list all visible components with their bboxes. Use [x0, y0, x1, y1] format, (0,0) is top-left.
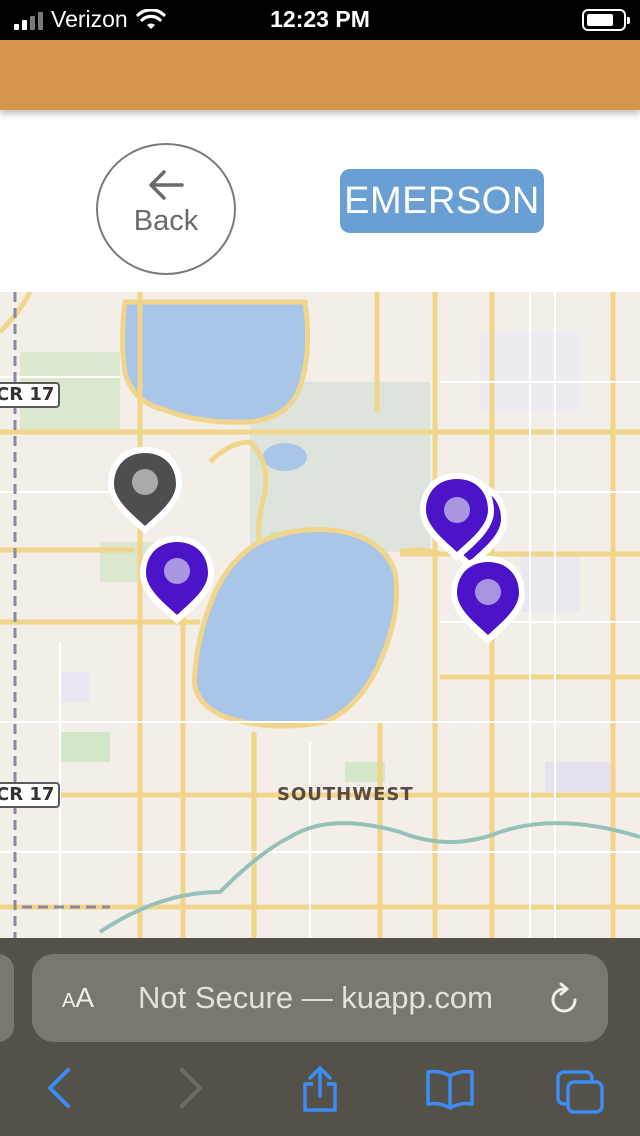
battery-icon: [582, 9, 630, 31]
status-time: 12:23 PM: [270, 6, 370, 32]
status-bar: Verizon 12:23 PM: [0, 0, 640, 40]
map[interactable]: CR 17 CR 17 SOUTHWEST: [0, 292, 640, 938]
marker-current-location[interactable]: [108, 447, 182, 534]
bookmarks-icon[interactable]: [424, 1066, 476, 1110]
tabs-icon[interactable]: [554, 1068, 606, 1116]
text-size-button[interactable]: AA: [62, 982, 94, 1014]
road-shield-cr17-top: CR 17: [0, 382, 61, 408]
back-button[interactable]: Back: [96, 143, 236, 275]
marker-location-1[interactable]: [140, 536, 214, 624]
back-nav-icon[interactable]: [44, 1066, 74, 1110]
share-icon[interactable]: [300, 1064, 340, 1114]
address-bar[interactable]: AA Not Secure — kuapp.com: [32, 954, 608, 1042]
marker-location-4[interactable]: [451, 556, 525, 644]
map-canvas: [0, 292, 640, 938]
previous-tab-edge[interactable]: [0, 954, 14, 1042]
back-label: Back: [133, 205, 199, 237]
app-header: [0, 40, 640, 110]
browser-bar: AA Not Secure — kuapp.com: [0, 938, 640, 1136]
location-button[interactable]: EMERSON: [340, 169, 544, 233]
neighborhood-label: SOUTHWEST: [277, 784, 414, 805]
road-shield-cr17-bottom: CR 17: [0, 782, 61, 808]
url-text: Not Secure — kuapp.com: [138, 980, 493, 1015]
forward-nav-icon[interactable]: [176, 1066, 206, 1110]
reload-icon[interactable]: [548, 982, 580, 1016]
arrow-left-icon: [149, 170, 184, 200]
